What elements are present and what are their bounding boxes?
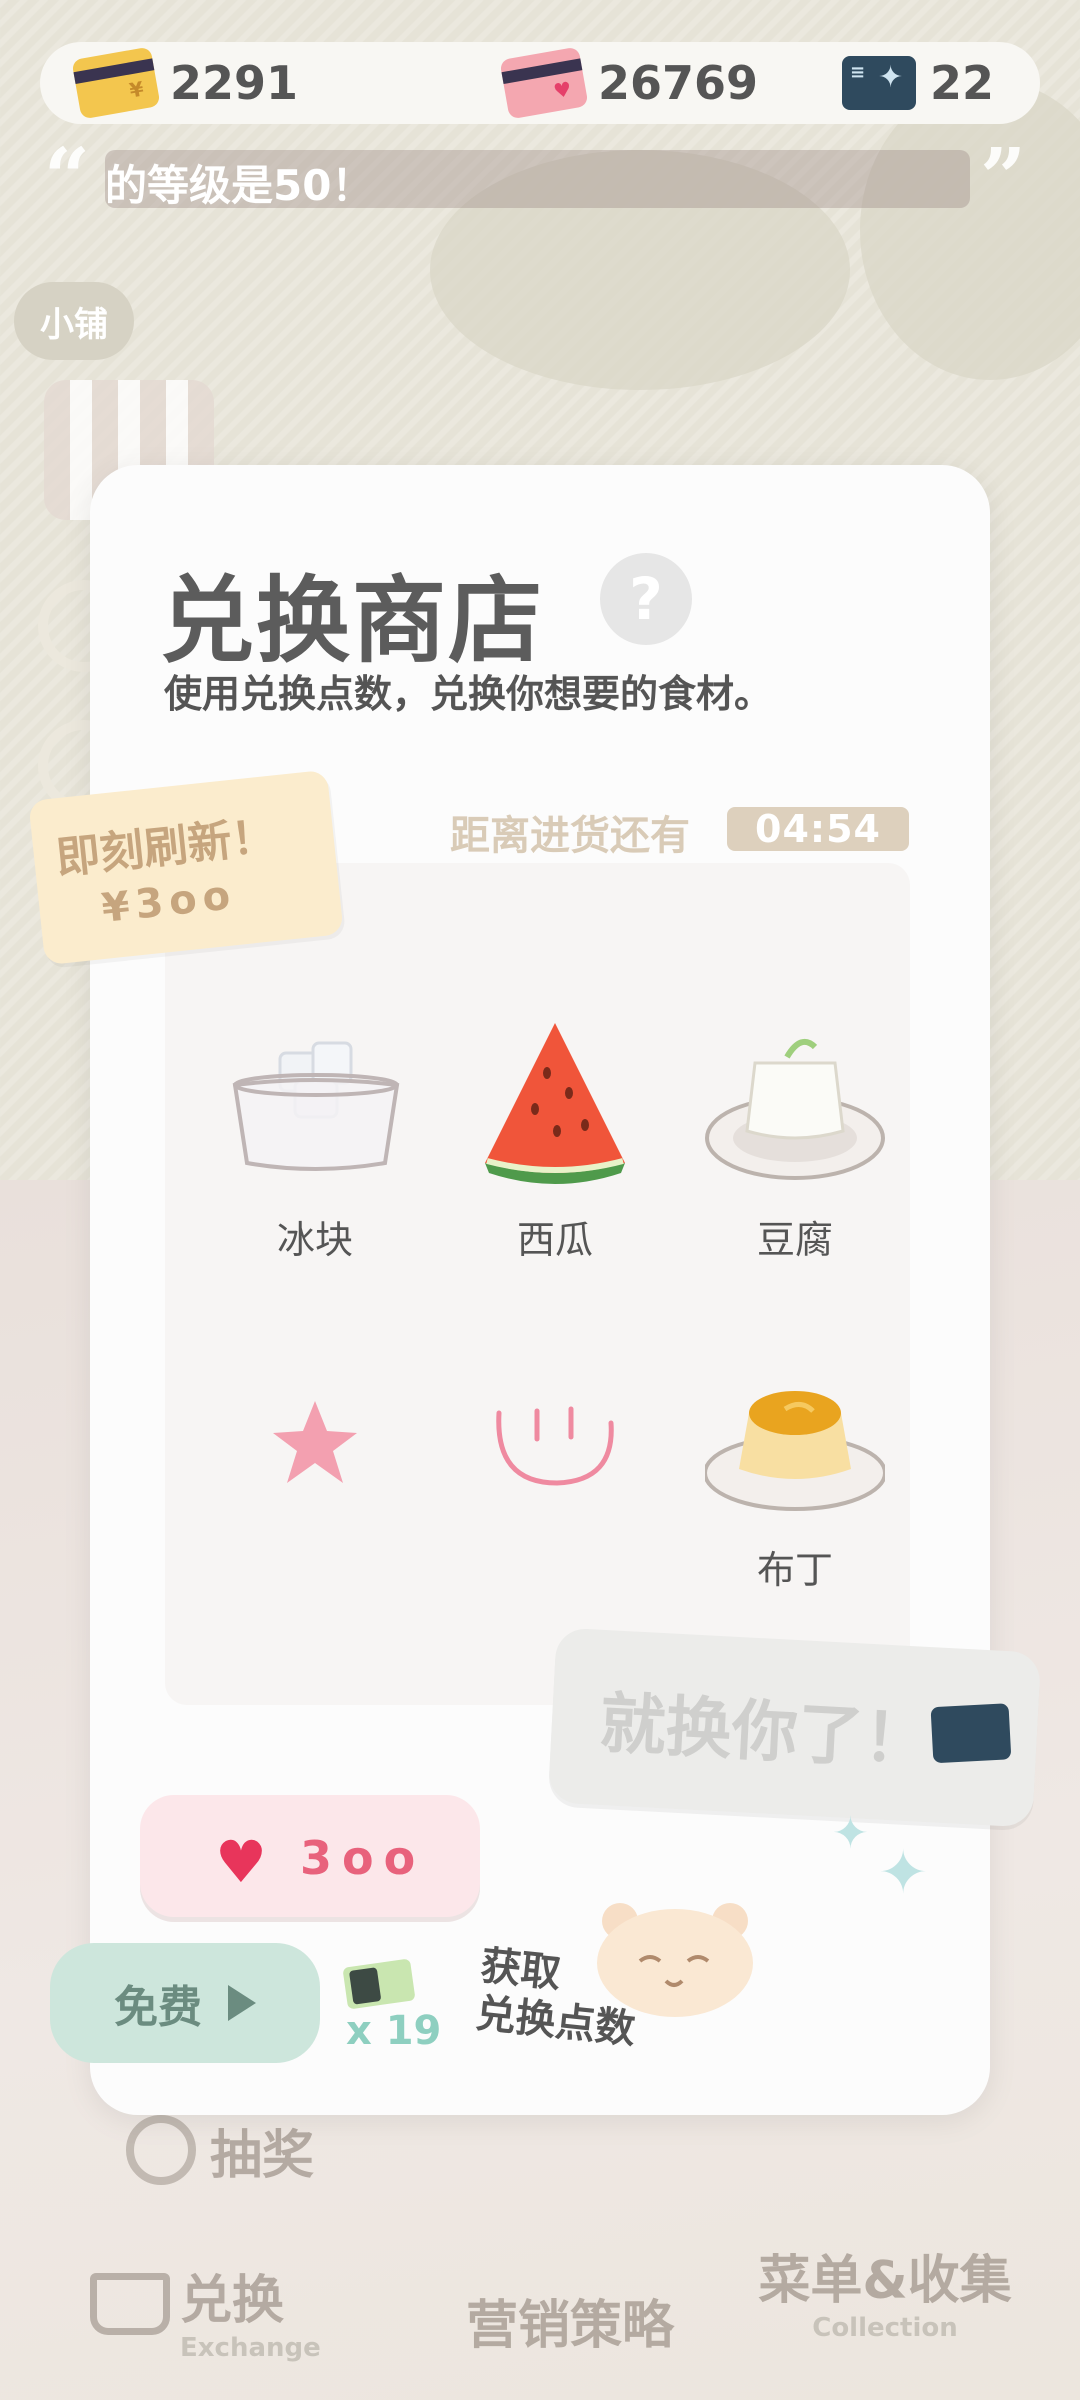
modal-subtitle: 使用兑换点数，兑换你想要的食材。 xyxy=(164,672,773,716)
refresh-label: 即刻刷新！ xyxy=(53,810,278,885)
menu-collection-sublabel: Collection xyxy=(812,2312,958,2343)
item-name: 布丁 xyxy=(756,1548,833,1592)
menu-collection-button[interactable]: 菜单&收集 Collection xyxy=(720,2195,1050,2385)
exchange-button[interactable]: 就换你了！ xyxy=(547,1627,1042,1828)
item-name: 豆腐 xyxy=(756,1218,833,1262)
restock-label: 距离进货还有 xyxy=(450,813,690,859)
exchange-nav-button[interactable]: 兑换 Exchange xyxy=(70,2245,370,2375)
item-name: 西瓜 xyxy=(516,1218,593,1262)
free-label: 免费 xyxy=(114,1982,202,2033)
item-ice-cubes[interactable]: 冰块 xyxy=(205,1013,425,1273)
get-points-button[interactable]: 获取 兑换点数 xyxy=(473,1942,642,2054)
pink-amount: 26769 xyxy=(598,56,759,110)
sparkle-icon: ✦ xyxy=(878,1838,929,1908)
item-tofu[interactable]: 豆腐 xyxy=(685,1013,905,1273)
news-ticker: 的等级是50！ xyxy=(105,150,970,208)
free-button[interactable]: 免费 xyxy=(50,1943,320,2063)
quote-open-icon: “ xyxy=(44,130,91,224)
ice-cubes-icon xyxy=(232,1041,400,1171)
marketing-button[interactable]: 营销策略 xyxy=(440,2255,700,2385)
modal-title: 兑换商店 xyxy=(160,567,545,676)
item-empty-slot xyxy=(205,1343,425,1603)
currency-bar: ¥ 2291 ♥ 26769 ≡ ✦ 22 xyxy=(40,42,1040,124)
help-button[interactable]: ? xyxy=(600,553,692,645)
heart-icon: ♥ xyxy=(215,1828,267,1896)
pudding-icon xyxy=(705,1391,885,1511)
item-pudding[interactable]: 布丁 xyxy=(685,1343,905,1603)
ticket-currency[interactable]: ≡ ✦ 22 xyxy=(842,42,994,124)
quote-close-icon: ” xyxy=(980,130,1027,224)
cost-amount: 3oo xyxy=(300,1831,426,1885)
gold-amount: 2291 xyxy=(170,56,299,110)
exchange-ticket-icon xyxy=(930,1703,1012,1764)
exchange-label: 就换你了！ xyxy=(597,1684,932,1780)
exchange-ticket-icon: ≡ ✦ xyxy=(842,56,916,110)
menu-collection-label: 菜单&收集 xyxy=(758,2250,1012,2311)
star-doodle-icon xyxy=(273,1401,357,1483)
marketing-label: 营销策略 xyxy=(465,2295,674,2356)
item-name: 冰块 xyxy=(276,1218,353,1262)
ticket-count: x 19 xyxy=(346,2008,442,2054)
gold-currency[interactable]: ¥ 2291 xyxy=(71,42,299,124)
cost-display: ♥ 3oo xyxy=(140,1795,480,1917)
sparkle-icon: ✦ xyxy=(832,1808,869,1859)
basket-icon xyxy=(90,2273,170,2335)
shop-side-label[interactable]: 小铺 xyxy=(14,282,134,360)
ticket-amount: 22 xyxy=(930,56,995,110)
play-icon xyxy=(228,1985,256,2021)
pink-card-icon: ♥ xyxy=(499,46,589,120)
news-ticker-text: 的等级是50！ xyxy=(105,161,374,208)
tofu-icon xyxy=(705,1038,885,1180)
item-grid: 冰块 西瓜 豆腐 布丁 xyxy=(165,863,910,1705)
refresh-price: ¥3oo xyxy=(99,872,239,932)
restock-timer: 04:54 xyxy=(727,807,909,851)
smiley-doodle-icon xyxy=(496,1406,614,1486)
exchange-shop-modal: 兑换商店 ? 使用兑换点数，兑换你想要的食材。 距离进货还有 04:54 冰块 xyxy=(90,465,990,2115)
exchange-nav-sublabel: Exchange xyxy=(180,2332,321,2363)
item-watermelon[interactable]: 西瓜 xyxy=(445,1013,665,1273)
exchange-nav-label: 兑换 xyxy=(180,2270,285,2331)
lottery-wheel-icon xyxy=(125,2115,196,2185)
pink-currency[interactable]: ♥ 26769 xyxy=(499,42,759,124)
item-empty-slot xyxy=(445,1343,665,1603)
background-tree xyxy=(860,80,1080,380)
lottery-label: 抽奖 xyxy=(209,2125,314,2186)
gold-card-icon: ¥ xyxy=(71,46,161,120)
refresh-now-button[interactable]: 即刻刷新！ ¥3oo xyxy=(28,769,344,966)
watermelon-icon xyxy=(485,1023,625,1184)
